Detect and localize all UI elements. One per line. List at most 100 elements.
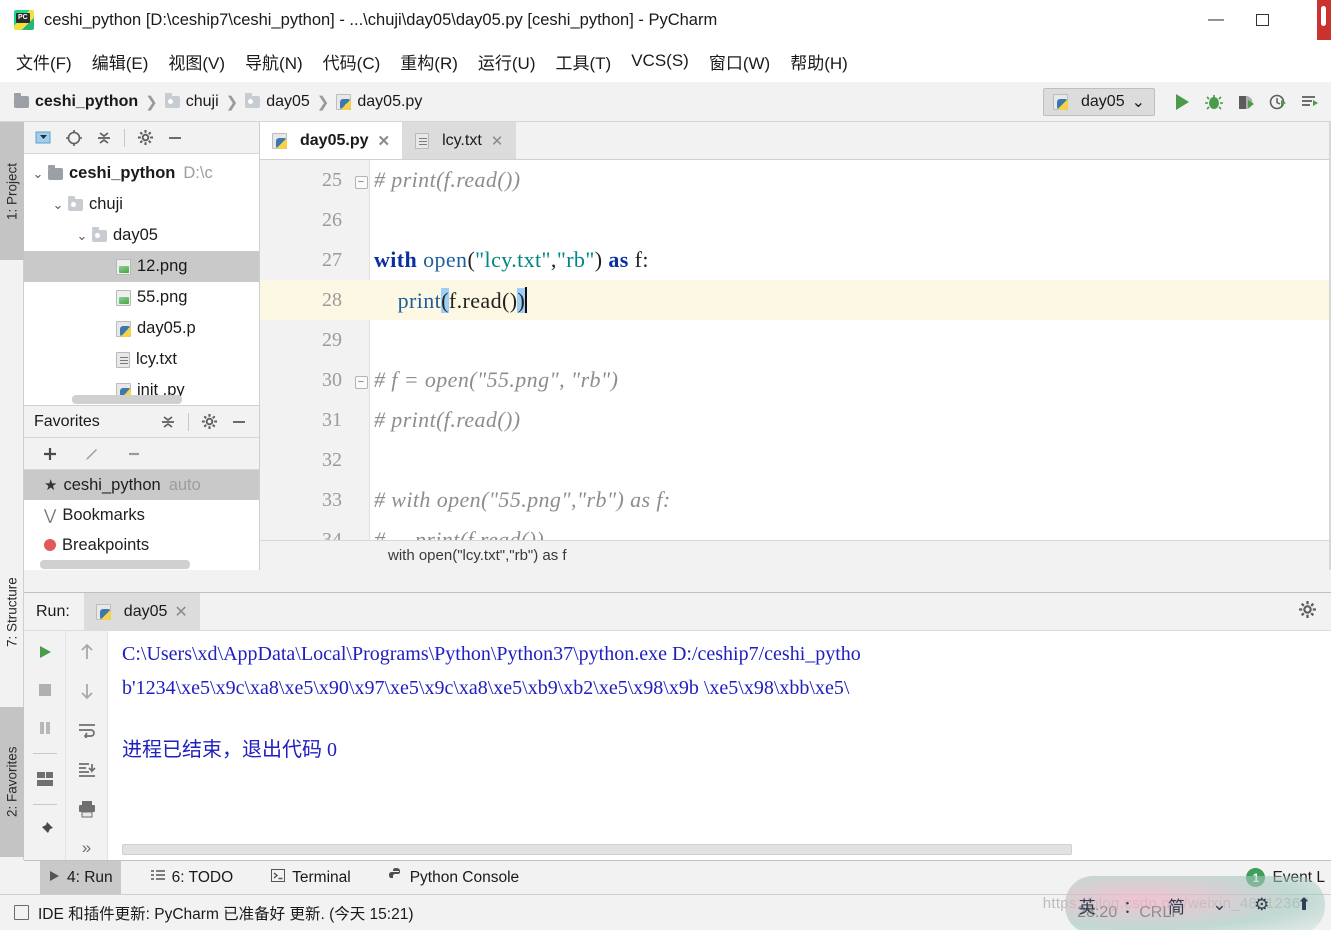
bottom-tab-run[interactable]: 4: Run bbox=[40, 860, 121, 895]
code-line[interactable]: 25 − # print(f.read()) bbox=[260, 160, 1331, 200]
up-icon[interactable] bbox=[74, 639, 100, 664]
hide-icon[interactable] bbox=[165, 128, 185, 148]
locate-icon[interactable] bbox=[64, 128, 84, 148]
menu-tools[interactable]: 工具(T) bbox=[556, 49, 612, 74]
bottom-tab-todo[interactable]: 6: TODO bbox=[143, 861, 241, 895]
hide-icon[interactable] bbox=[229, 412, 249, 432]
close-icon[interactable]: ✕ bbox=[174, 602, 187, 622]
pin-icon[interactable] bbox=[32, 817, 58, 843]
list-item[interactable]: ★ ceshi_python auto bbox=[24, 470, 259, 500]
event-log-button[interactable]: 1 Event L bbox=[1246, 868, 1331, 887]
rerun-icon[interactable] bbox=[32, 639, 58, 665]
code-line[interactable]: 31 # print(f.read()) bbox=[260, 400, 1331, 440]
status-message[interactable]: IDE 和插件更新: PyCharm 已准备好 更新. (今天 15:21) bbox=[38, 902, 414, 924]
layout-icon[interactable] bbox=[32, 766, 58, 792]
code-line-current[interactable]: 28 print(f.read()) bbox=[260, 280, 1331, 320]
fold-marker-icon[interactable]: − bbox=[352, 172, 370, 189]
add-icon[interactable] bbox=[40, 444, 60, 464]
tab-lcy-txt[interactable]: lcy.txt ✕ bbox=[403, 122, 517, 159]
notification-icon[interactable] bbox=[14, 905, 29, 920]
editor-breadcrumb[interactable]: with open("lcy.txt","rb") as f bbox=[260, 540, 1331, 570]
tree-row[interactable]: 12.png bbox=[24, 251, 259, 282]
collapse-all-icon[interactable] bbox=[94, 128, 114, 148]
close-icon[interactable] bbox=[1317, 0, 1331, 40]
edit-icon[interactable] bbox=[82, 444, 102, 464]
code-line[interactable]: 32 bbox=[260, 440, 1331, 480]
fold-marker-icon[interactable]: − bbox=[352, 372, 370, 389]
console-scrollbar[interactable] bbox=[122, 844, 1072, 855]
close-icon[interactable]: ✕ bbox=[491, 132, 504, 150]
run-configuration-selector[interactable]: day05 ⌄ bbox=[1043, 88, 1155, 116]
menu-run[interactable]: 运行(U) bbox=[478, 49, 536, 74]
chevron-down-icon[interactable]: ⌄ bbox=[28, 166, 48, 182]
python-icon bbox=[95, 603, 111, 620]
project-tree-scrollbar[interactable] bbox=[72, 395, 182, 404]
select-opened-file-icon[interactable] bbox=[34, 128, 54, 148]
line-separator[interactable]: CRLF bbox=[1139, 904, 1181, 922]
run-button[interactable] bbox=[1167, 87, 1197, 117]
bottom-tab-terminal[interactable]: Terminal bbox=[263, 861, 359, 895]
tree-row[interactable]: lcy.txt bbox=[24, 344, 259, 375]
stop-icon[interactable] bbox=[32, 677, 58, 703]
code-line[interactable]: 30 − # f = open("55.png", "rb") bbox=[260, 360, 1331, 400]
tree-row[interactable]: ⌄ ceshi_python D:\c bbox=[24, 158, 259, 189]
list-item[interactable]: ⋁ Bookmarks bbox=[24, 500, 259, 530]
tree-row[interactable]: ⌄ chuji bbox=[24, 189, 259, 220]
menu-vcs[interactable]: VCS(S) bbox=[631, 51, 689, 71]
menu-edit[interactable]: 编辑(E) bbox=[92, 49, 149, 74]
remove-icon[interactable] bbox=[124, 444, 144, 464]
minimize-button[interactable]: — bbox=[1193, 0, 1239, 40]
down-icon[interactable] bbox=[74, 678, 100, 703]
gear-icon[interactable] bbox=[135, 128, 155, 148]
chevron-down-icon[interactable]: ⌄ bbox=[72, 228, 92, 244]
pause-icon[interactable] bbox=[32, 715, 58, 741]
breadcrumb-item-project[interactable]: ceshi_python ❯ bbox=[14, 92, 165, 111]
scroll-to-end-icon[interactable] bbox=[74, 757, 100, 782]
close-icon[interactable]: ✕ bbox=[377, 132, 390, 150]
list-item-label: Breakpoints bbox=[62, 535, 150, 554]
sidebar-item-project[interactable]: 1: Project bbox=[0, 122, 24, 260]
tab-day05-py[interactable]: day05.py ✕ bbox=[260, 122, 404, 159]
code-line[interactable]: 26 bbox=[260, 200, 1331, 240]
code-line[interactable]: 27 with open("lcy.txt","rb") as f: bbox=[260, 240, 1331, 280]
menu-code[interactable]: 代码(C) bbox=[323, 49, 381, 74]
collapse-all-icon[interactable] bbox=[158, 412, 178, 432]
chevron-down-icon[interactable]: ⌄ bbox=[48, 197, 68, 213]
tree-row[interactable]: 55.png bbox=[24, 282, 259, 313]
run-console-button[interactable] bbox=[1295, 87, 1325, 117]
favorites-scrollbar[interactable] bbox=[40, 560, 190, 569]
menu-window[interactable]: 窗口(W) bbox=[709, 49, 770, 74]
menu-help[interactable]: 帮助(H) bbox=[790, 49, 848, 74]
caret-position[interactable]: 28:20 bbox=[1077, 904, 1117, 922]
run-tab-day05[interactable]: day05 ✕ bbox=[83, 592, 200, 631]
menu-navigate[interactable]: 导航(N) bbox=[245, 49, 303, 74]
ident-token: f: bbox=[634, 247, 649, 272]
code-line[interactable]: 29 bbox=[260, 320, 1331, 360]
tree-row[interactable]: day05.p bbox=[24, 313, 259, 344]
menu-refactor[interactable]: 重构(R) bbox=[400, 49, 458, 74]
code-area[interactable]: 25 − # print(f.read()) 26 27 with open("… bbox=[260, 160, 1331, 570]
breadcrumb-item-chuji[interactable]: chuji ❯ bbox=[164, 92, 245, 111]
console-output[interactable]: C:\Users\xd\AppData\Local\Programs\Pytho… bbox=[108, 631, 1331, 861]
maximize-button[interactable] bbox=[1239, 0, 1285, 40]
breadcrumb-item-file[interactable]: day05.py bbox=[336, 93, 422, 111]
gear-icon[interactable] bbox=[1298, 600, 1317, 624]
print-icon[interactable] bbox=[74, 796, 100, 821]
tree-row[interactable]: ⌄ day05 bbox=[24, 220, 259, 251]
more-icon[interactable]: » bbox=[74, 836, 100, 861]
gear-icon[interactable] bbox=[199, 412, 219, 432]
breadcrumb-label: day05.py bbox=[357, 92, 423, 110]
favorites-list: ★ ceshi_python auto ⋁ Bookmarks Breakpoi… bbox=[24, 470, 259, 560]
sidebar-item-favorites[interactable]: 2: Favorites bbox=[0, 707, 24, 857]
code-line[interactable]: 33 # with open("55.png","rb") as f: bbox=[260, 480, 1331, 520]
bottom-tab-python-console[interactable]: Python Console bbox=[381, 861, 527, 895]
debug-button[interactable] bbox=[1199, 87, 1229, 117]
soft-wrap-icon[interactable] bbox=[74, 718, 100, 743]
profile-button[interactable] bbox=[1263, 87, 1293, 117]
menu-view[interactable]: 视图(V) bbox=[168, 49, 225, 74]
coverage-button[interactable] bbox=[1231, 87, 1261, 117]
breadcrumb-item-day05[interactable]: day05 ❯ bbox=[245, 92, 336, 111]
menu-file[interactable]: 文件(F) bbox=[16, 49, 72, 74]
list-item[interactable]: Breakpoints bbox=[24, 530, 259, 560]
sidebar-item-structure[interactable]: 7: Structure bbox=[0, 542, 24, 682]
